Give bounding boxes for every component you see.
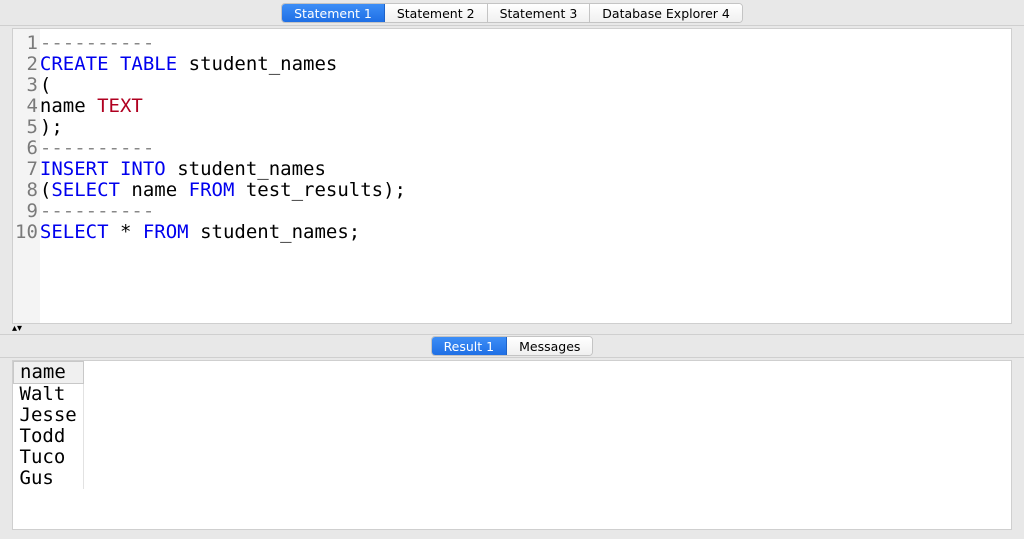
line-number: 2 xyxy=(15,54,38,75)
code-line[interactable]: ---------- xyxy=(40,201,406,222)
line-number: 10 xyxy=(15,222,38,243)
line-number: 1 xyxy=(15,33,38,54)
code-line[interactable]: CREATE TABLE student_names xyxy=(40,54,406,75)
tab-result-1[interactable]: Result 1 xyxy=(432,337,508,355)
code-line[interactable]: INSERT INTO student_names xyxy=(40,159,406,180)
table-cell: Walt xyxy=(14,384,84,406)
bottom-tabbar: Result 1Messages xyxy=(0,334,1024,358)
tab-statement-3[interactable]: Statement 3 xyxy=(488,4,591,22)
code-line[interactable]: ---------- xyxy=(40,138,406,159)
splitter-handle[interactable]: ▴▾ xyxy=(12,324,1012,334)
table-row[interactable]: Todd xyxy=(14,426,84,447)
code-line[interactable]: ); xyxy=(40,117,406,138)
splitter-arrows-icon: ▴▾ xyxy=(12,323,22,334)
column-header[interactable]: name xyxy=(14,362,84,384)
result-grid[interactable]: nameWaltJesseToddTucoGus xyxy=(12,360,1012,530)
line-number: 9 xyxy=(15,201,38,222)
line-number: 5 xyxy=(15,117,38,138)
table-cell: Tuco xyxy=(14,447,84,468)
top-tabbar: Statement 1Statement 2Statement 3Databas… xyxy=(0,0,1024,26)
table-cell: Jesse xyxy=(14,405,84,426)
code-line[interactable]: ( xyxy=(40,75,406,96)
code-line[interactable]: (SELECT name FROM test_results); xyxy=(40,180,406,201)
code-line[interactable]: ---------- xyxy=(40,33,406,54)
tab-statement-1[interactable]: Statement 1 xyxy=(282,4,385,22)
line-number: 3 xyxy=(15,75,38,96)
line-number: 8 xyxy=(15,180,38,201)
line-number: 7 xyxy=(15,159,38,180)
tab-messages[interactable]: Messages xyxy=(507,337,592,355)
sql-editor[interactable]: 12345678910 ----------CREATE TABLE stude… xyxy=(12,28,1012,324)
editor-code[interactable]: ----------CREATE TABLE student_names(nam… xyxy=(40,29,410,323)
table-cell: Todd xyxy=(14,426,84,447)
tab-database-explorer-4[interactable]: Database Explorer 4 xyxy=(590,4,742,22)
table-row[interactable]: Walt xyxy=(14,384,84,406)
table-cell: Gus xyxy=(14,468,84,489)
table-row[interactable]: Gus xyxy=(14,468,84,489)
code-line[interactable]: name TEXT xyxy=(40,96,406,117)
line-number: 6 xyxy=(15,138,38,159)
code-line[interactable]: SELECT * FROM student_names; xyxy=(40,222,406,243)
table-row[interactable]: Jesse xyxy=(14,405,84,426)
table-row[interactable]: Tuco xyxy=(14,447,84,468)
editor-gutter: 12345678910 xyxy=(13,29,40,323)
line-number: 4 xyxy=(15,96,38,117)
tab-statement-2[interactable]: Statement 2 xyxy=(385,4,488,22)
